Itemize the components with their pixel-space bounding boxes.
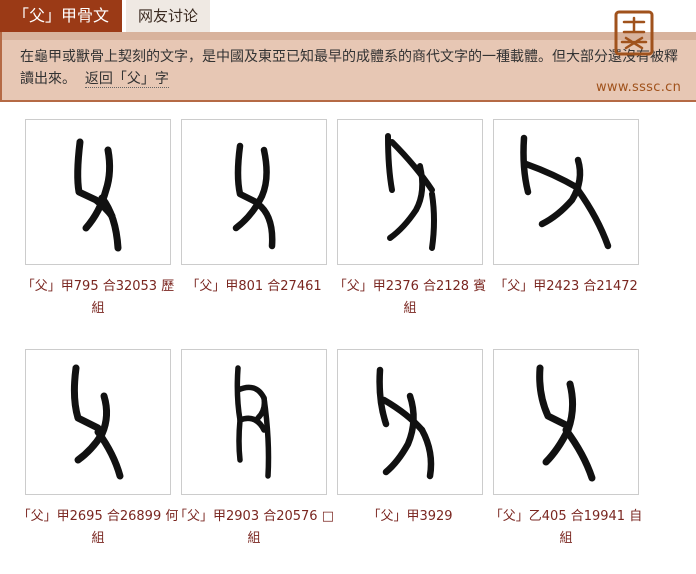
glyph-caption[interactable]: 「父」甲795 合32053 歷組: [17, 276, 179, 320]
glyph-svg: [74, 138, 122, 252]
glyph-svg: [234, 365, 272, 479]
glyph-card: 「父」甲2423 合21472: [493, 119, 639, 319]
glyph-card: 「父」甲2695 合26899 何組: [18, 349, 178, 549]
glyph-card: 「父」甲2903 合20576 □組: [174, 349, 334, 549]
glyph-image[interactable]: [181, 119, 327, 265]
site-logo[interactable]: www.sssc.cn: [592, 8, 696, 96]
glyph-svg: [232, 142, 276, 250]
glyph-svg: [376, 366, 435, 480]
glyph-caption[interactable]: 「父」甲2903 合20576 □組: [173, 506, 335, 550]
glyph-image[interactable]: [493, 119, 639, 265]
glyph-caption[interactable]: 「父」乙405 合19941 自組: [485, 506, 647, 550]
glyph-card: 「父」甲801 合27461: [181, 119, 327, 319]
seal-icon: [614, 10, 654, 56]
glyph-image[interactable]: [337, 349, 483, 495]
glyph-grid: 「父」甲795 合32053 歷組 「父」甲801 合27461 「父」甲237…: [0, 102, 696, 574]
tab-oracle-bone[interactable]: 「父」甲骨文: [0, 0, 122, 32]
glyph-svg: [385, 133, 437, 251]
glyph-image[interactable]: [25, 349, 171, 495]
glyph-svg: [70, 364, 124, 480]
glyph-card: 「父」甲2376 合2128 賓組: [334, 119, 486, 319]
tab-discussion[interactable]: 网友讨论: [126, 0, 210, 32]
glyph-image[interactable]: [493, 349, 639, 495]
glyph-caption[interactable]: 「父」甲2376 合2128 賓組: [329, 276, 491, 320]
glyph-image[interactable]: [181, 349, 327, 495]
description-text: 在龜甲或獸骨上契刻的文字，是中國及東亞已知最早的成體系的商代文字的一種載體。但大…: [20, 46, 680, 90]
back-link[interactable]: 返回「父」字: [84, 71, 169, 88]
glyph-caption[interactable]: 「父」甲3929: [329, 506, 491, 528]
glyph-caption[interactable]: 「父」甲801 合27461: [173, 276, 335, 298]
glyph-svg: [536, 364, 596, 482]
glyph-svg: [520, 134, 612, 250]
glyph-card: 「父」乙405 合19941 自組: [490, 349, 642, 549]
glyph-image[interactable]: [25, 119, 171, 265]
glyph-card: 「父」甲3929: [337, 349, 483, 549]
glyph-caption[interactable]: 「父」甲2423 合21472: [485, 276, 647, 298]
glyph-card: 「父」甲795 合32053 歷組: [22, 119, 174, 319]
glyph-caption[interactable]: 「父」甲2695 合26899 何組: [17, 506, 179, 550]
site-url[interactable]: www.sssc.cn: [596, 80, 681, 95]
glyph-image[interactable]: [337, 119, 483, 265]
